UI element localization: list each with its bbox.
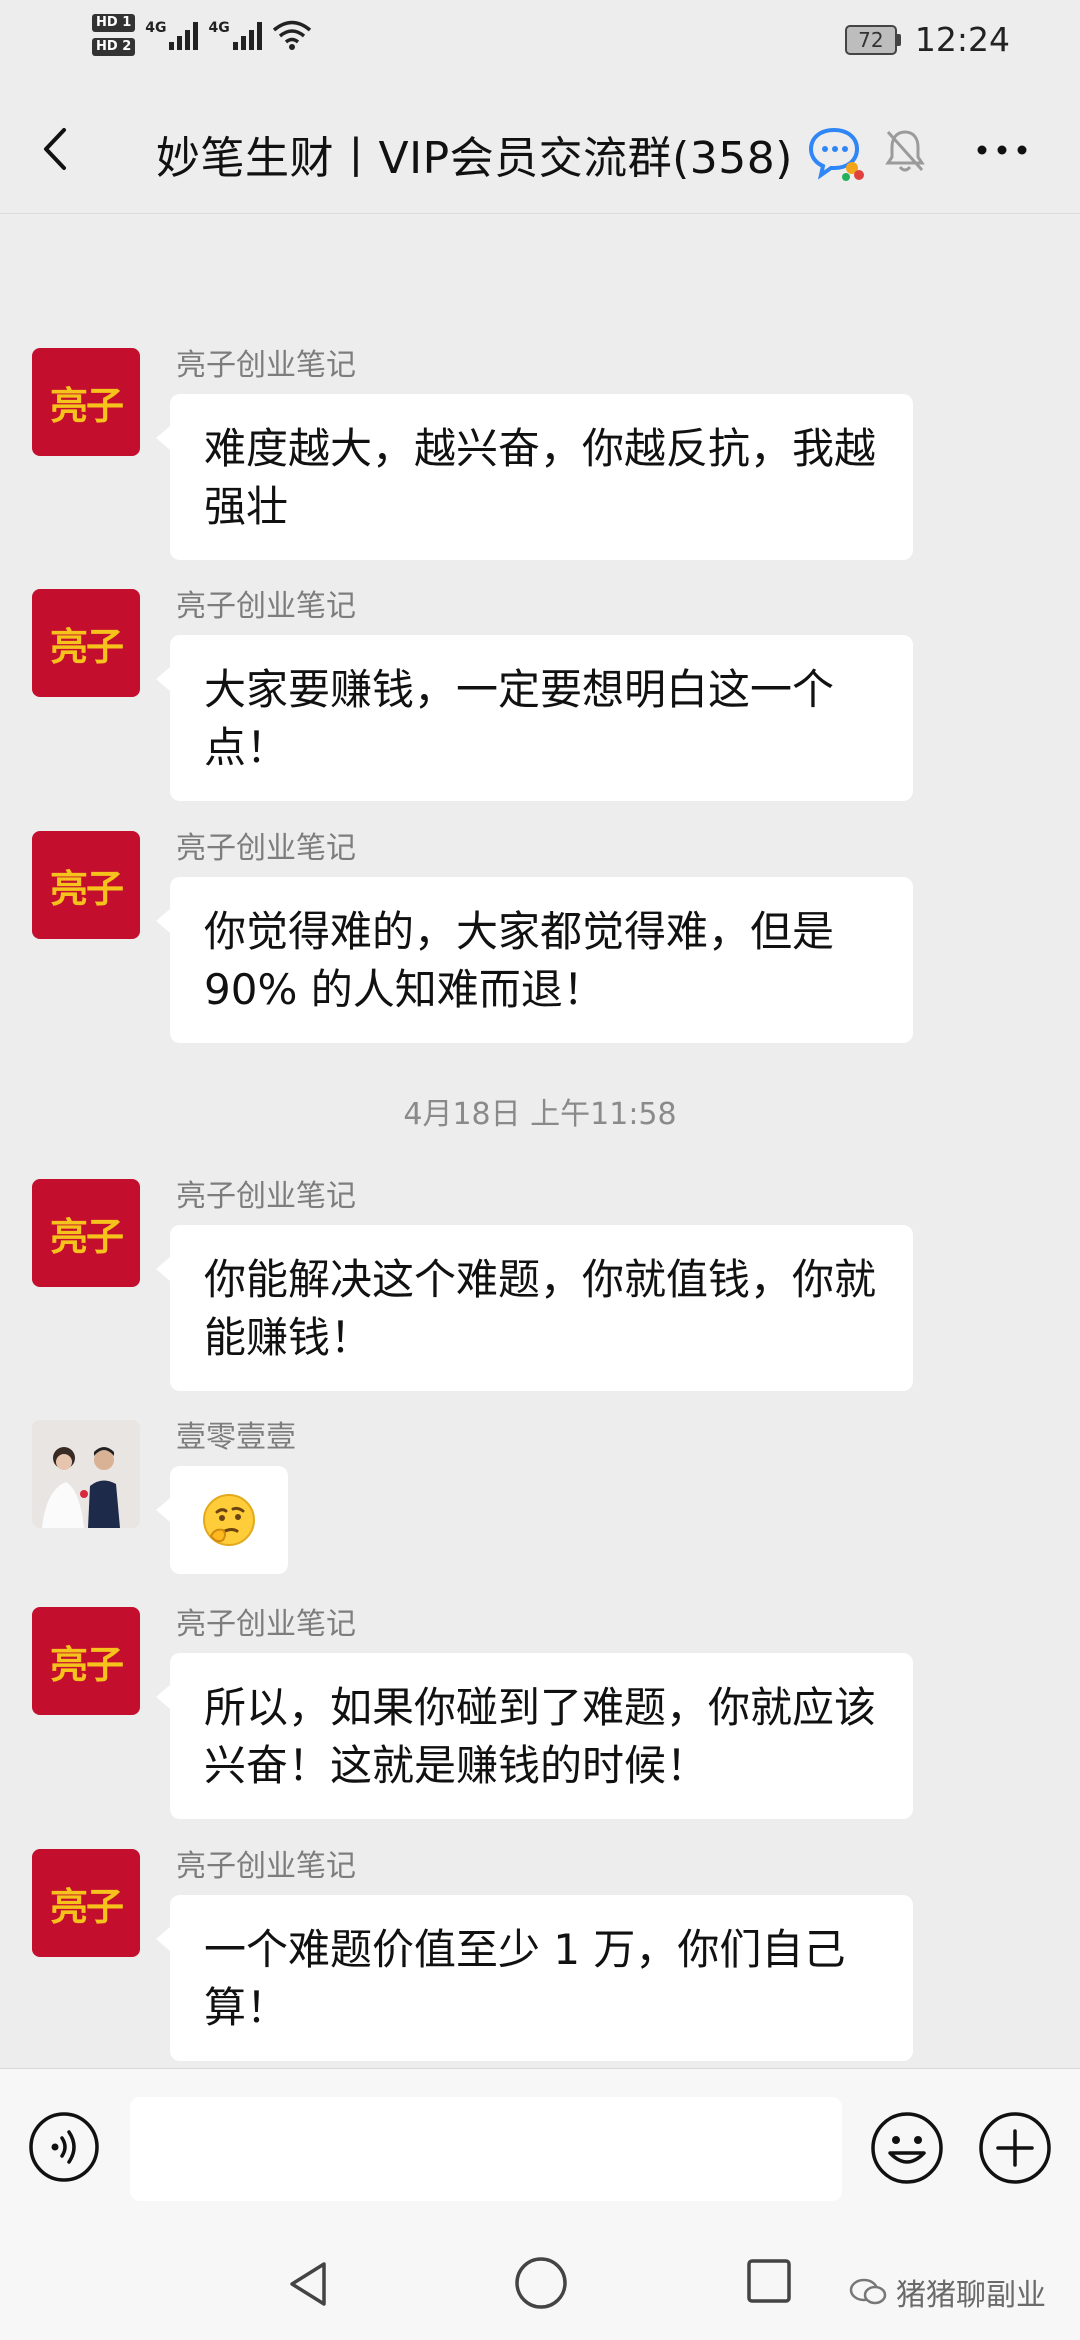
sim1-hd-badge: HD 1 <box>92 14 136 32</box>
signal1-icon: 4G <box>145 20 199 50</box>
wifi-icon <box>272 20 311 50</box>
input-bar <box>0 2068 1080 2218</box>
sim2-hd-badge: HD 2 <box>92 38 136 56</box>
avatar[interactable]: 亮子 <box>32 1607 140 1715</box>
back-arrow-icon <box>44 128 66 170</box>
sender-name: 亮子创业笔记 <box>176 831 356 866</box>
page-title: 妙笔生财丨VIP会员交流群(358) <box>156 133 793 184</box>
nav-recent-button[interactable] <box>744 2256 794 2306</box>
battery-icon: 72 <box>844 24 901 55</box>
thinking-face-emoji <box>203 1494 255 1546</box>
message-bubble[interactable]: 大家要赚钱，一定要想明白这一个点！ <box>156 635 913 801</box>
message-list[interactable]: 亮子 亮子创业笔记 难度越大，越兴奋，你越反抗，我越强壮 亮子 亮子创业笔记 大… <box>0 214 1080 2068</box>
wechat-bubble-icon <box>849 2278 887 2305</box>
avatar[interactable]: 亮子 <box>32 348 140 456</box>
wedding-photo-icon <box>32 1420 140 1528</box>
message-input[interactable] <box>130 2097 842 2201</box>
signal-area: HD 1 HD 2 4G 4G <box>92 14 312 56</box>
voice-icon <box>29 2112 99 2182</box>
avatar[interactable]: 亮子 <box>32 1179 140 1287</box>
emoji-icon <box>871 2112 943 2184</box>
sender-name: 亮子创业笔记 <box>176 1849 356 1884</box>
more-button[interactable] <box>972 130 1032 170</box>
mute-bell-icon <box>882 126 928 176</box>
avatar[interactable]: 亮子 <box>32 831 140 939</box>
message-bubble[interactable]: 所以，如果你碰到了难题，你就应该兴奋！这就是赚钱的时候！ <box>156 1653 913 1819</box>
voice-button[interactable] <box>28 2111 100 2183</box>
sender-name: 亮子创业笔记 <box>176 1607 356 1642</box>
message-bubble[interactable]: 你能解决这个难题，你就值钱，你就能赚钱！ <box>156 1225 913 1391</box>
message-bubble[interactable]: 你觉得难的，大家都觉得难，但是 90% 的人知难而退！ <box>156 877 913 1043</box>
system-nav-bar: 猪猪聊副业 <box>0 2218 1080 2340</box>
back-button[interactable] <box>28 116 88 182</box>
sender-name: 亮子创业笔记 <box>176 1179 356 1214</box>
watermark: 猪猪聊副业 <box>848 2270 1046 2314</box>
emoji-button[interactable] <box>870 2111 944 2185</box>
clock: 12:24 <box>914 20 1010 59</box>
nav-back-button[interactable] <box>280 2256 336 2312</box>
emoji-bubble[interactable] <box>156 1466 288 1574</box>
more-dots-icon <box>977 145 1027 155</box>
plus-icon <box>979 2112 1051 2184</box>
signal2-icon: 4G <box>208 20 262 50</box>
chat-ai-icon[interactable] <box>806 124 866 182</box>
message-bubble[interactable]: 难度越大，越兴奋，你越反抗，我越强壮 <box>156 394 913 560</box>
nav-recent-icon <box>747 2259 791 2303</box>
message-bubble[interactable]: 一个难题价值至少 1 万，你们自己算！ <box>156 1895 913 2061</box>
sender-name: 亮子创业笔记 <box>176 348 356 383</box>
status-bar: HD 1 HD 2 4G 4G 72 12:24 <box>0 0 1080 84</box>
watermark-text: 猪猪聊副业 <box>896 2278 1046 2313</box>
sender-name: 壹零壹壹 <box>176 1420 296 1455</box>
nav-home-icon <box>515 2257 567 2309</box>
battery-level: 72 <box>844 24 897 55</box>
avatar[interactable]: 亮子 <box>32 1849 140 1957</box>
nav-home-button[interactable] <box>512 2254 570 2312</box>
timestamp-divider: 4月18日 上午11:58 <box>403 1097 677 1132</box>
plus-button[interactable] <box>978 2111 1052 2185</box>
nav-back-icon <box>290 2262 326 2306</box>
avatar[interactable]: 亮子 <box>32 589 140 697</box>
sender-name: 亮子创业笔记 <box>176 589 356 624</box>
chat-header: 妙笔生财丨VIP会员交流群(358) <box>0 84 1080 214</box>
avatar[interactable] <box>32 1420 140 1528</box>
